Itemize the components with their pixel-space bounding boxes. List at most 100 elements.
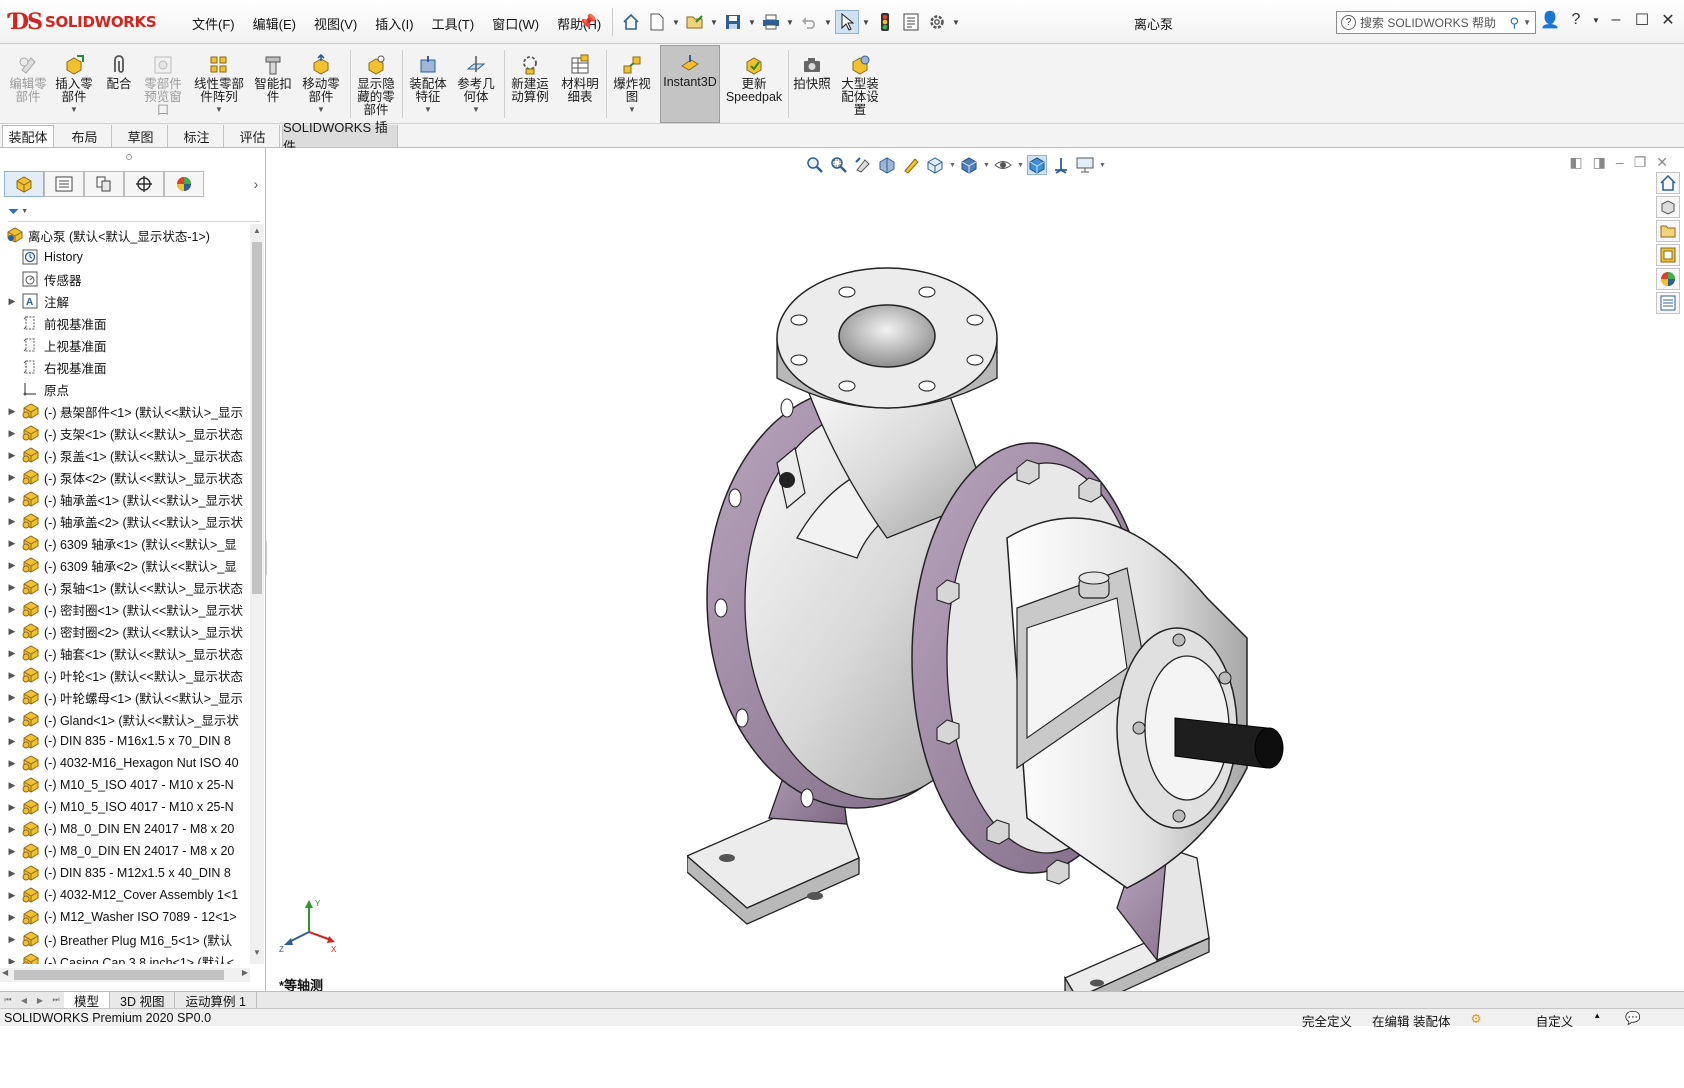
scroll-right-icon[interactable]: ▶	[242, 968, 248, 977]
expand-arrow-icon[interactable]: ▶	[6, 802, 18, 813]
menu-view[interactable]: 视图(V)	[305, 14, 366, 33]
tree-vertical-scrollbar[interactable]: ▲ ▼	[250, 224, 264, 964]
tree-item[interactable]: ▶ (-) Casing Cap 3.8 inch<1> (默认<	[0, 950, 250, 964]
linear-pattern-button[interactable]: 线性零部 件阵列 ▼	[190, 48, 248, 122]
view-orientation-dropdown-icon[interactable]: ▼	[949, 162, 956, 169]
menu-tools[interactable]: 工具(T)	[423, 14, 484, 33]
pin-menu-icon[interactable]: 📌	[578, 13, 597, 31]
restore-left-icon[interactable]: ◧	[1569, 154, 1582, 171]
tree-item[interactable]: ▶ (-) 悬架部件<1> (默认<<默认>_显示	[0, 400, 250, 422]
units-selector[interactable]: 自定义	[1536, 1011, 1574, 1030]
expand-arrow-icon[interactable]: ▶	[6, 516, 18, 527]
expand-arrow-icon[interactable]: ▶	[6, 406, 18, 417]
panel-tabs-more-icon[interactable]: ›	[248, 176, 264, 192]
search-icon[interactable]: ⚲	[1510, 15, 1520, 31]
options-dropdown-icon[interactable]: ▼	[951, 18, 961, 27]
expand-arrow-icon[interactable]: ▶	[6, 868, 18, 879]
insert-component-button[interactable]: 插入零 部件 ▼	[54, 48, 94, 122]
solidworks-logo[interactable]: ƊS SOLIDWORKS	[10, 6, 157, 38]
prev-tab-icon[interactable]: ◀	[16, 996, 32, 1005]
expand-arrow-icon[interactable]: ▶	[6, 912, 18, 923]
select-cursor-icon[interactable]	[835, 10, 859, 34]
tree-item[interactable]: ▶ (-) 轴承盖<2> (默认<<默认>_显示状	[0, 510, 250, 532]
tree-item[interactable]: 原点	[0, 378, 250, 400]
new-dropdown-icon[interactable]: ▼	[671, 18, 681, 27]
new-motion-study-button[interactable]: 新建运 动算例	[508, 48, 552, 122]
tab-solidworks-addins[interactable]: SOLIDWORKS 插件	[282, 120, 398, 154]
expand-arrow-icon[interactable]: ▶	[6, 648, 18, 659]
menu-file[interactable]: 文件(F)	[183, 14, 244, 33]
tree-item[interactable]: ▶ (-) 6309 轴承<1> (默认<<默认>_显	[0, 532, 250, 554]
open-dropdown-icon[interactable]: ▼	[709, 18, 719, 27]
exploded-view-dropdown-icon[interactable]: ▼	[628, 105, 636, 114]
instant3d-button[interactable]: Instant3D	[660, 45, 720, 123]
close-icon[interactable]: ✕	[1658, 10, 1678, 30]
scroll-left-icon[interactable]: ◀	[2, 968, 8, 977]
property-manager-tab-icon[interactable]	[44, 171, 84, 197]
tree-item[interactable]: ▶ (-) M10_5_ISO 4017 - M10 x 25-N	[0, 796, 250, 818]
undo-dropdown-icon[interactable]: ▼	[823, 18, 833, 27]
tree-item[interactable]: ▶ (-) 泵轴<1> (默认<<默认>_显示状态	[0, 576, 250, 598]
expand-arrow-icon[interactable]: ▶	[6, 758, 18, 769]
configuration-manager-tab-icon[interactable]	[84, 171, 124, 197]
expand-arrow-icon[interactable]: ▶	[6, 428, 18, 439]
tree-item[interactable]: ▶ (-) M8_0_DIN EN 24017 - M8 x 20	[0, 818, 250, 840]
previous-view-icon[interactable]	[853, 155, 873, 175]
expand-arrow-icon[interactable]: ▶	[6, 472, 18, 483]
view-settings-icon[interactable]	[1075, 155, 1095, 175]
tree-item[interactable]: ▶ (-) M8_0_DIN EN 24017 - M8 x 20	[0, 840, 250, 862]
tree-horizontal-scrollbar[interactable]: ◀ ▶	[0, 968, 250, 982]
tree-item[interactable]: 传感器	[0, 268, 250, 290]
assembly-features-button[interactable]: 装配体 特征 ▼	[406, 48, 450, 122]
tree-filter[interactable]: ⏷ ▼	[8, 202, 260, 222]
expand-arrow-icon[interactable]: ▶	[6, 780, 18, 791]
expand-arrow-icon[interactable]: ▶	[6, 296, 18, 307]
show-hidden-components-button[interactable]: 显示隐 藏的零 部件	[354, 48, 398, 122]
section-view-icon[interactable]	[877, 155, 897, 175]
view-palette-icon[interactable]	[1656, 244, 1680, 266]
doc-minimize-icon[interactable]: –	[1616, 154, 1624, 171]
edit-appearance-icon[interactable]	[1027, 155, 1047, 175]
tree-item[interactable]: ▶ (-) 4032-M16_Hexagon Nut ISO 40	[0, 752, 250, 774]
zoom-to-fit-icon[interactable]	[805, 155, 825, 175]
expand-arrow-icon[interactable]: ▶	[6, 934, 18, 945]
expand-arrow-icon[interactable]: ▶	[6, 582, 18, 593]
tab-evaluate[interactable]: 评估	[226, 125, 280, 147]
large-assembly-settings-button[interactable]: 大型装 配体设 置	[836, 48, 884, 122]
take-snapshot-button[interactable]: 拍快照	[792, 48, 832, 122]
hide-show-dropdown-icon[interactable]: ▼	[1017, 162, 1024, 169]
doc-restore-icon[interactable]: ❐	[1634, 154, 1647, 171]
help-dropdown-icon[interactable]: ▼	[1592, 16, 1600, 25]
tree-item[interactable]: ▶ (-) 轴套<1> (默认<<默认>_显示状态	[0, 642, 250, 664]
hide-show-items-icon[interactable]	[993, 155, 1013, 175]
tree-root-assembly[interactable]: 离心泵 (默认<默认_显示状态-1>)	[0, 224, 250, 246]
tree-item[interactable]: ▶ (-) 叶轮螺母<1> (默认<<默认>_显示	[0, 686, 250, 708]
display-style-icon[interactable]	[959, 155, 979, 175]
tree-item[interactable]: ▶ (-) 密封圈<1> (默认<<默认>_显示状	[0, 598, 250, 620]
expand-arrow-icon[interactable]: ▶	[6, 670, 18, 681]
insert-component-dropdown-icon[interactable]: ▼	[70, 105, 78, 114]
tab-markup[interactable]: 标注	[170, 125, 224, 147]
tree-item[interactable]: ▶ (-) 密封圈<2> (默认<<默认>_显示状	[0, 620, 250, 642]
component-preview-button[interactable]: 零部件 预览窗 口	[140, 48, 186, 122]
save-icon[interactable]	[721, 10, 745, 34]
select-dropdown-icon[interactable]: ▼	[861, 18, 871, 27]
scrollbar-thumb[interactable]	[252, 242, 262, 594]
dimxpert-tab-icon[interactable]	[124, 171, 164, 197]
bom-button[interactable]: 材料明 细表	[558, 48, 602, 122]
open-document-icon[interactable]	[683, 10, 707, 34]
expand-arrow-icon[interactable]: ▶	[6, 736, 18, 747]
reference-geometry-dropdown-icon[interactable]: ▼	[472, 105, 480, 114]
tree-item[interactable]: ▶ (-) 6309 轴承<2> (默认<<默认>_显	[0, 554, 250, 576]
feature-manager-tab-icon[interactable]	[4, 171, 44, 197]
tree-item[interactable]: ▶ (-) DIN 835 - M16x1.5 x 70_DIN 8	[0, 730, 250, 752]
move-component-button[interactable]: 移动零 部件 ▼	[298, 48, 344, 122]
tab-assembly[interactable]: 装配体	[2, 125, 54, 147]
display-style-dropdown-icon[interactable]: ▼	[983, 162, 990, 169]
doc-close-icon[interactable]: ✕	[1656, 154, 1668, 171]
maximize-icon[interactable]: ☐	[1632, 10, 1652, 30]
tree-item[interactable]: ▶ (-) 支架<1> (默认<<默认>_显示状态	[0, 422, 250, 444]
zoom-to-area-icon[interactable]	[829, 155, 849, 175]
expand-arrow-icon[interactable]: ▶	[6, 626, 18, 637]
panel-grip[interactable]	[126, 154, 132, 160]
